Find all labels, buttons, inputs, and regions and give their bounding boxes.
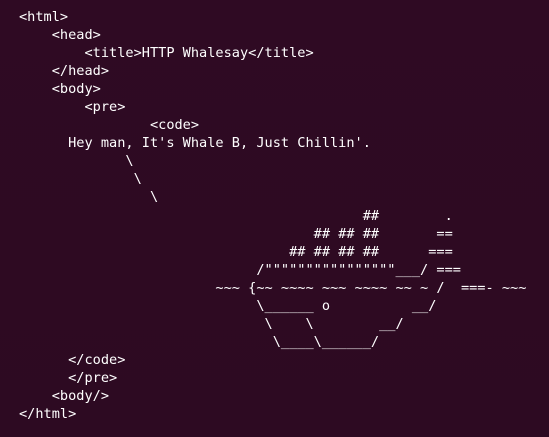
output-line-whale-5: ~~~ {~~ ~~~~ ~~~ ~~~~ ~~ ~ / ===- ~~~: [19, 279, 527, 296]
output-line-head-open: <head>: [19, 27, 101, 44]
terminal-output: <html> <head> <title>HTTP Whalesay</titl…: [19, 8, 526, 423]
output-line-whale-4: /""""""""""""""""___/ ===: [19, 261, 461, 278]
output-line-speech-tail-2: \: [19, 171, 142, 188]
output-line-title: <title>HTTP Whalesay</title>: [19, 45, 314, 62]
terminal-window[interactable]: <html> <head> <title>HTTP Whalesay</titl…: [0, 0, 549, 437]
output-line-speech-text: Hey man, It's Whale B, Just Chillin'.: [19, 135, 371, 152]
output-line-body-open: <body>: [19, 81, 101, 98]
output-line-code-close: </code>: [19, 351, 126, 368]
output-line-speech-tail-3: \: [19, 189, 159, 206]
output-line-speech-tail-1: \: [19, 153, 134, 170]
output-line-whale-3: ## ## ## ## ===: [19, 243, 453, 260]
output-line-html-close: </html>: [19, 406, 77, 423]
output-line-whale-6: \______ o __/: [19, 297, 437, 314]
output-line-pre-close: </pre>: [19, 369, 118, 386]
output-line-body-close: <body/>: [19, 387, 110, 404]
output-line-whale-2: ## ## ## ==: [19, 225, 453, 242]
output-line-whale-1: ## .: [19, 207, 453, 224]
output-line-code-open: <code>: [19, 117, 200, 134]
output-line-head-close: </head>: [19, 63, 110, 80]
output-line-pre-open: <pre>: [19, 99, 126, 116]
output-line-html-open: <html>: [19, 9, 69, 25]
output-line-whale-7: \ \ __/: [19, 315, 404, 332]
output-line-whale-8: \____\______/: [19, 333, 380, 350]
